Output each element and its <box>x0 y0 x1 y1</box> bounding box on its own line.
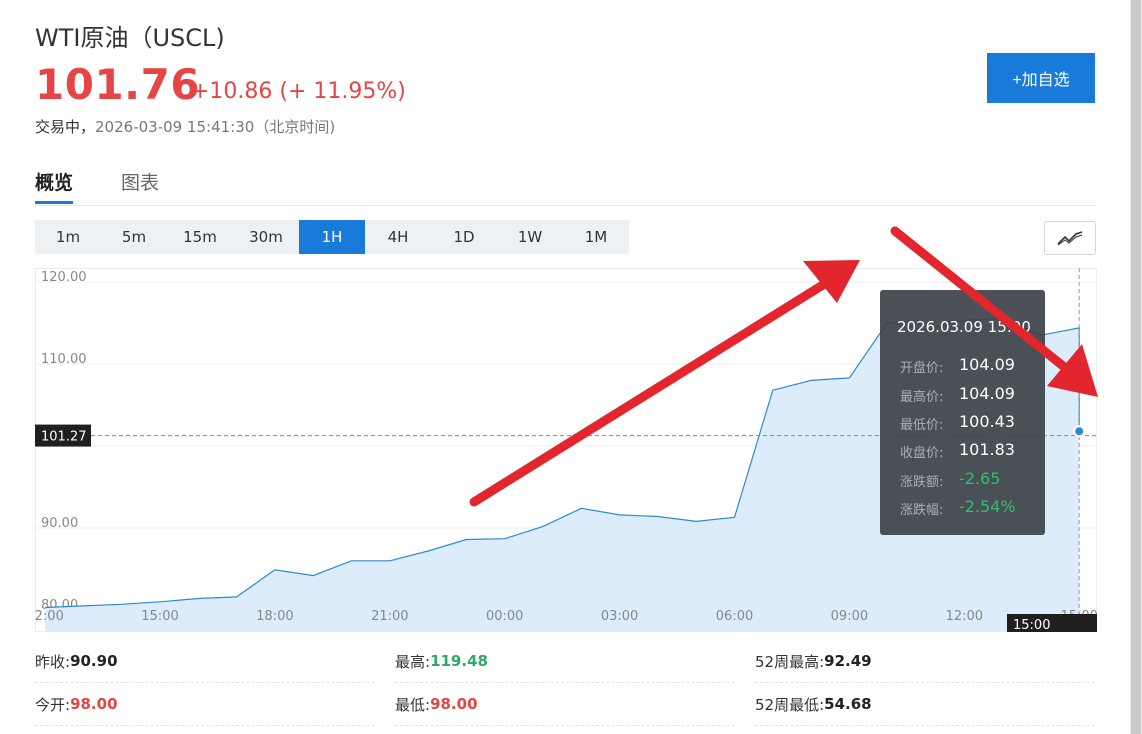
tab-bar: 概览 图表 <box>35 162 1095 206</box>
tooltip-label-high: 最高价: <box>900 390 944 405</box>
period-5m[interactable]: 5m <box>101 220 167 254</box>
line-chart-icon <box>1057 231 1083 246</box>
last-point-marker <box>1073 425 1086 438</box>
x-tick-label: 12:00 <box>946 609 983 624</box>
ohlc-tooltip: 2026.03.09 15:00 开盘价: 104.09 最高价: 104.09… <box>880 290 1045 535</box>
period-1d[interactable]: 1D <box>431 220 497 254</box>
last-price: 101.76 <box>35 60 201 109</box>
x-tick-label: 18:00 <box>256 609 293 624</box>
page-scrollbar-track[interactable] <box>1130 0 1142 734</box>
y-tick-label: 110.00 <box>41 352 87 367</box>
instrument-title: WTI原油（USCL) <box>35 24 225 52</box>
x-tick-label: 21:00 <box>371 609 408 624</box>
x-tick-label: 06:00 <box>716 609 753 624</box>
tooltip-label-close: 收盘价: <box>900 446 944 461</box>
period-1mo[interactable]: 1M <box>563 220 629 254</box>
period-1w[interactable]: 1W <box>497 220 563 254</box>
tooltip-value-low: 100.43 <box>959 412 1015 431</box>
period-selector: 1m 5m 15m 30m 1H 4H 1D 1W 1M <box>35 220 629 254</box>
tooltip-value-change-pct: -2.54% <box>959 497 1016 516</box>
stat-label: 52周最高: <box>755 652 825 671</box>
tooltip-label-change-pct: 涨跌幅: <box>900 503 944 518</box>
stat-value: 119.48 <box>430 652 488 670</box>
stat-value: 90.90 <box>70 652 118 670</box>
stat-value: 92.49 <box>824 652 872 670</box>
stat-open: 今开: 98.00 <box>35 683 375 726</box>
status-timestamp: 2026-03-09 15:41:30（北京时间) <box>95 118 336 136</box>
x-tick-label: 12:00 <box>35 609 64 624</box>
period-30m[interactable]: 30m <box>233 220 299 254</box>
crosshair-time-label: 15:00 <box>1013 618 1050 632</box>
x-tick-label: 15:00 <box>141 609 178 624</box>
status-label: 交易中， <box>35 118 96 136</box>
price-change: +10.86 (+ 11.95%) <box>191 79 406 104</box>
page-scrollbar-thumb[interactable] <box>1131 0 1141 734</box>
tooltip-value-change: -2.65 <box>959 469 1001 488</box>
tooltip-label-open: 开盘价: <box>900 361 944 376</box>
stat-label: 今开: <box>35 695 71 714</box>
stat-low: 最低: 98.00 <box>395 683 735 726</box>
tooltip-value-close: 101.83 <box>959 440 1015 459</box>
stat-value: 98.00 <box>70 695 118 713</box>
crosshair-value-label: 101.27 <box>41 430 87 445</box>
tab-overview[interactable]: 概览 <box>35 168 73 195</box>
tooltip-value-high: 104.09 <box>959 384 1015 403</box>
x-tick-label: 09:00 <box>831 609 868 624</box>
chart-type-button[interactable] <box>1044 221 1096 255</box>
tooltip-label-change: 涨跌额: <box>900 475 944 490</box>
x-tick-label: 03:00 <box>601 609 638 624</box>
stat-52w-low: 52周最低: 54.68 <box>755 683 1095 726</box>
tab-chart[interactable]: 图表 <box>121 168 159 195</box>
stat-label: 52周最低: <box>755 695 825 714</box>
x-tick-label: 00:00 <box>486 609 523 624</box>
stat-52w-high: 52周最高: 92.49 <box>755 640 1095 683</box>
stat-value: 54.68 <box>824 695 872 713</box>
period-15m[interactable]: 15m <box>167 220 233 254</box>
stat-value: 98.00 <box>430 695 478 713</box>
stat-high: 最高: 119.48 <box>395 640 735 683</box>
stat-prev-close: 昨收: 90.90 <box>35 640 375 683</box>
active-tab-underline <box>35 201 73 204</box>
tooltip-value-open: 104.09 <box>959 355 1015 374</box>
stat-label: 昨收: <box>35 652 71 671</box>
y-tick-label: 120.00 <box>41 270 87 285</box>
period-4h[interactable]: 4H <box>365 220 431 254</box>
stat-label: 最低: <box>395 695 431 714</box>
stat-label: 最高: <box>395 652 431 671</box>
stats-grid: 昨收: 90.90 最高: 119.48 52周最高: 92.49 今开: 98.00 … <box>35 640 1095 734</box>
period-1m[interactable]: 1m <box>35 220 101 254</box>
y-tick-label: 90.00 <box>41 516 78 531</box>
tooltip-date: 2026.03.09 15:00 <box>897 318 1031 336</box>
add-watchlist-button[interactable]: +加自选 <box>987 53 1095 103</box>
period-1h[interactable]: 1H <box>299 220 365 254</box>
trading-status: 交易中，2026-03-09 15:41:30（北京时间) <box>35 116 335 137</box>
tooltip-label-low: 最低价: <box>900 418 944 433</box>
